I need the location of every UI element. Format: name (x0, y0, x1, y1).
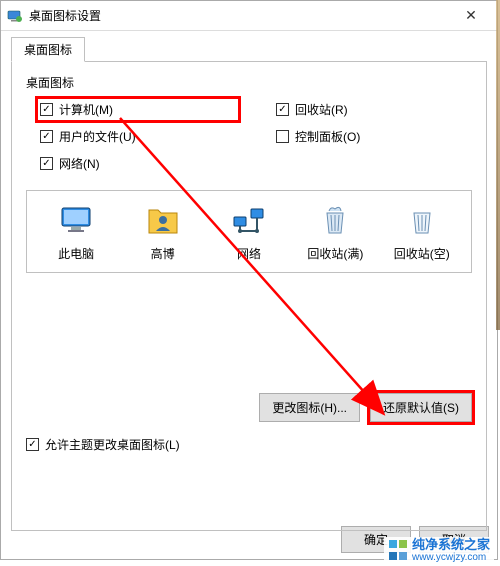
checkbox-label: 回收站(R) (295, 101, 348, 118)
recycle-empty-icon (404, 203, 440, 239)
checkbox-grid: 计算机(M) 回收站(R) 用户的文件(U) 控制面板(O) 网络(N) (40, 101, 472, 172)
close-icon: ✕ (465, 7, 477, 24)
app-icon (7, 8, 23, 24)
checkbox-ctrlpanel[interactable]: 控制面板(O) (276, 128, 472, 145)
preview-network[interactable]: 网络 (212, 203, 286, 262)
client-area: 桌面图标 桌面图标 计算机(M) 回收站(R) 用户的文件(U) (1, 31, 497, 531)
checkbox-network[interactable]: 网络(N) (40, 155, 236, 172)
checkbox-computer[interactable]: 计算机(M) (40, 101, 236, 118)
checkbox-label: 网络(N) (59, 155, 100, 172)
icon-preview-box: 此电脑 高博 (26, 190, 472, 273)
checkbox-label: 控制面板(O) (295, 128, 360, 145)
icon-label: 高博 (151, 245, 175, 262)
icon-label: 此电脑 (58, 245, 94, 262)
tab-desktop-icons[interactable]: 桌面图标 (11, 37, 85, 62)
monitor-icon (58, 203, 94, 239)
decorative-edge (496, 0, 500, 330)
dialog-window: 桌面图标设置 ✕ 桌面图标 桌面图标 计算机(M) 回收站(R) (0, 0, 498, 560)
watermark-url: www.ycwjzy.com (412, 552, 490, 563)
title-bar: 桌面图标设置 ✕ (1, 1, 497, 31)
preview-recycle-empty[interactable]: 回收站(空) (385, 203, 459, 262)
watermark-logo-icon (388, 539, 406, 561)
preview-this-pc[interactable]: 此电脑 (39, 203, 113, 262)
checkbox-icon (40, 157, 53, 170)
watermark: 纯净系统之家 www.ycwjzy.com (384, 537, 494, 564)
checkbox-userfiles[interactable]: 用户的文件(U) (40, 128, 236, 145)
preview-user[interactable]: 高博 (126, 203, 200, 262)
checkbox-icon (40, 103, 53, 116)
user-folder-icon (145, 203, 181, 239)
change-icon-button[interactable]: 更改图标(H)... (259, 393, 360, 422)
icon-label: 回收站(空) (394, 245, 450, 262)
network-icon (231, 203, 267, 239)
checkbox-icon (276, 103, 289, 116)
checkbox-label: 允许主题更改桌面图标(L) (45, 436, 180, 453)
preview-recycle-full[interactable]: 回收站(满) (298, 203, 372, 262)
icon-label: 回收站(满) (307, 245, 363, 262)
group-label: 桌面图标 (26, 74, 472, 91)
checkbox-icon (276, 130, 289, 143)
restore-defaults-button[interactable]: 还原默认值(S) (370, 393, 472, 422)
checkbox-icon (40, 130, 53, 143)
watermark-name: 纯净系统之家 (412, 538, 490, 552)
window-title: 桌面图标设置 (29, 7, 451, 24)
recycle-full-icon (317, 203, 353, 239)
checkbox-allow-themes[interactable]: 允许主题更改桌面图标(L) (26, 436, 472, 453)
checkbox-recycle[interactable]: 回收站(R) (276, 101, 472, 118)
close-button[interactable]: ✕ (451, 2, 491, 30)
checkbox-icon (26, 438, 39, 451)
tab-panel: 桌面图标 计算机(M) 回收站(R) 用户的文件(U) 控制面板(O) (11, 61, 487, 531)
tab-strip: 桌面图标 (11, 37, 487, 61)
icon-button-row: 更改图标(H)... 还原默认值(S) (26, 393, 472, 422)
checkbox-label: 用户的文件(U) (59, 128, 136, 145)
icon-label: 网络 (237, 245, 261, 262)
checkbox-label: 计算机(M) (59, 101, 113, 118)
